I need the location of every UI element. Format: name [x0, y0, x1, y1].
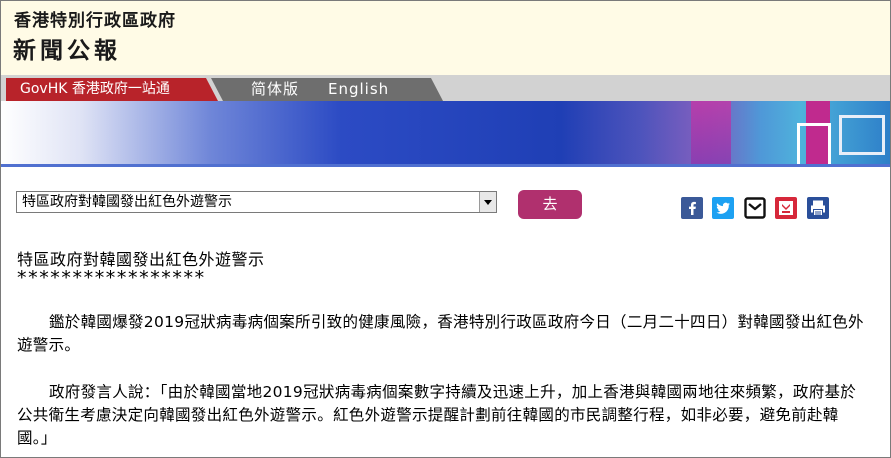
article-separator: ***************** — [17, 267, 206, 289]
banner-frame-left — [797, 123, 831, 167]
banner-frame-right — [839, 115, 885, 155]
top-nav: GovHK 香港政府一站通 简体版 English — [1, 75, 890, 101]
print-icon[interactable] — [807, 197, 829, 219]
facebook-icon[interactable] — [681, 197, 703, 219]
org-name: 香港特別行政區政府 — [14, 11, 176, 31]
header-banner — [1, 101, 890, 167]
banner-accent — [691, 101, 731, 167]
english-link[interactable]: English — [328, 78, 389, 101]
nav-language-tab-bg — [211, 78, 443, 101]
publication-title: 新聞公報 — [13, 38, 121, 64]
banner-bottom-bar — [1, 164, 890, 167]
email-icon[interactable] — [744, 197, 766, 219]
article-paragraph-1: 鑑於韓國爆發2019冠狀病毒病個案所引致的健康風險，香港特別行政區政府今日（二月… — [17, 313, 864, 354]
article-paragraph-2: 政府發言人說：「由於韓國當地2019冠狀病毒病個案數字持續及迅速上升，加上香港與… — [17, 383, 857, 447]
article-select-value: 特區政府對韓國發出紅色外遊警示 — [22, 194, 232, 210]
simplified-chinese-link[interactable]: 简体版 — [251, 78, 299, 101]
go-button[interactable]: 去 — [518, 190, 582, 219]
article-select[interactable]: 特區政府對韓國發出紅色外遊警示 — [16, 191, 497, 213]
twitter-icon[interactable] — [712, 197, 734, 219]
bookmark-icon[interactable] — [775, 197, 797, 219]
page: 香港特別行政區政府 新聞公報 GovHK 香港政府一站通 简体版 English… — [0, 0, 891, 458]
govhk-link[interactable]: GovHK 香港政府一站通 — [6, 78, 218, 101]
chevron-down-icon[interactable] — [479, 192, 496, 212]
site-header: 香港特別行政區政府 新聞公報 — [1, 1, 890, 75]
